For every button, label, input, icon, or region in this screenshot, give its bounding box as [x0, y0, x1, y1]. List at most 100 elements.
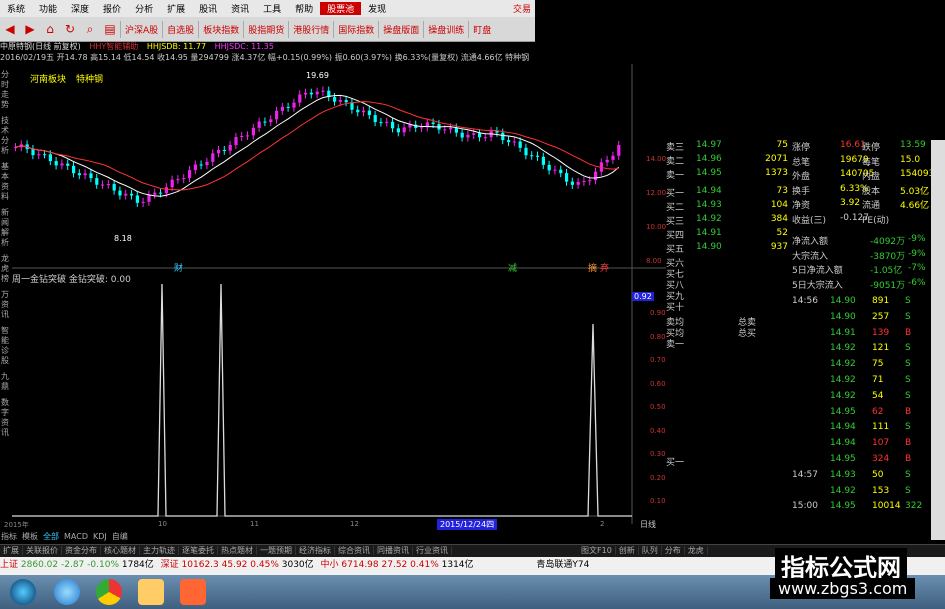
toolbar-button-0[interactable]: 沪深A股: [120, 20, 162, 38]
lower-tab-2[interactable]: 全部: [43, 532, 59, 541]
bid-row[interactable]: 买二 14.93 104: [666, 200, 792, 213]
marker-qi[interactable]: 弃: [600, 261, 609, 274]
stock-app-icon[interactable]: [180, 579, 206, 605]
toolbar-button-6[interactable]: 操盘版面: [378, 20, 423, 38]
sz-label: 深证: [160, 560, 179, 570]
bid-row[interactable]: 买五 14.90 937: [666, 242, 792, 255]
search-icon[interactable]: ⌕: [80, 22, 100, 37]
toolbar-button-3[interactable]: 股指期货: [243, 20, 288, 38]
ie-browser-icon[interactable]: [54, 579, 80, 605]
bottom-tab-1[interactable]: 关联报价: [23, 546, 62, 555]
toolbar-button-8[interactable]: 盯盘: [468, 20, 495, 38]
candle-body: [72, 165, 76, 174]
ask-row[interactable]: 卖一 14.95 1373: [666, 168, 792, 181]
candle-body: [205, 161, 209, 166]
ask-price: 14.96: [696, 154, 722, 164]
bottom-tab-0[interactable]: 扩展: [0, 546, 23, 555]
date-tick: 11: [250, 520, 259, 528]
bottom-tab-11[interactable]: 行业资讯: [413, 546, 452, 555]
flow-pct: -6%: [908, 277, 926, 288]
menu-item-11[interactable]: 发现: [361, 2, 393, 15]
menu-item-5[interactable]: 扩展: [160, 2, 192, 15]
bottom-tab-9[interactable]: 综合资讯: [335, 546, 374, 555]
bottom-tab-4[interactable]: 主力轨迹: [140, 546, 179, 555]
zx-label: 中小: [320, 560, 339, 570]
ask-volume: 1373: [765, 168, 788, 178]
menu-item-3[interactable]: 报价: [96, 2, 128, 15]
menu-item-4[interactable]: 分析: [128, 2, 160, 15]
toolbar-button-4[interactable]: 港股行情: [288, 20, 333, 38]
marker-zhai[interactable]: 摘: [588, 261, 597, 274]
flow-value: -9051万: [870, 280, 906, 291]
tick-s: 322: [905, 501, 923, 512]
candle-body: [228, 144, 232, 151]
bid-volume: 52: [776, 228, 788, 238]
menu-item-9[interactable]: 帮助: [288, 2, 320, 15]
chart-icon[interactable]: ▤: [100, 22, 120, 36]
indicator-tick: 0.90: [650, 309, 666, 317]
bottom-right-tab-3[interactable]: 分布: [661, 546, 685, 555]
tick-v: 111: [872, 422, 890, 433]
toolbar-button-1[interactable]: 自选股: [162, 20, 198, 38]
menu-item-8[interactable]: 工具: [256, 2, 288, 15]
toolbar-button-2[interactable]: 板块指数: [198, 20, 243, 38]
lower-tab-0[interactable]: 指标: [1, 532, 17, 541]
home-icon[interactable]: ⌂: [40, 22, 60, 36]
board-tag: 河南板块: [30, 75, 67, 85]
stat-k2: 流通: [862, 201, 881, 211]
toolbar: ◀ ▶ ⌂ ↻ ⌕ ▤ 沪深A股 自选股 板块指数 股指期货 港股行情 国际指数 操盘版面操…: [0, 17, 535, 42]
menu-item-10[interactable]: 股票池: [320, 2, 362, 15]
date-tick: 12: [350, 520, 359, 528]
menu-item-0[interactable]: 系统: [0, 2, 32, 15]
forward-icon[interactable]: ▶: [20, 22, 40, 36]
tick-v: 324: [872, 454, 890, 464]
bottom-tab-8[interactable]: 经济指标: [296, 546, 335, 555]
tick-s: S: [905, 359, 911, 370]
menu-item-1[interactable]: 功能: [32, 2, 64, 15]
period-label[interactable]: 日线: [640, 519, 656, 530]
bottom-tab-3[interactable]: 核心题材: [101, 546, 140, 555]
back-icon[interactable]: ◀: [0, 22, 20, 36]
lower-tab-1[interactable]: 模板: [22, 532, 38, 541]
bottom-tab-7[interactable]: 一题预期: [257, 546, 296, 555]
bid-row[interactable]: 买三 14.92 384: [666, 214, 792, 227]
bid-row[interactable]: 买四 14.91 52: [666, 228, 792, 241]
menu-item-7[interactable]: 资讯: [224, 2, 256, 15]
menu-item-6[interactable]: 股讯: [192, 2, 224, 15]
lower-tab-3[interactable]: MACD: [64, 532, 88, 541]
lower-tab-5[interactable]: 自编: [112, 532, 128, 541]
tick-v: 121: [872, 343, 890, 354]
candle-body: [559, 169, 563, 174]
kline-chart[interactable]: [0, 64, 666, 544]
bottom-tab-5[interactable]: 逐笔委托: [179, 546, 218, 555]
chrome-icon[interactable]: [96, 579, 122, 605]
marker-jian[interactable]: 减: [508, 261, 517, 274]
bottom-tab-6[interactable]: 热点题材: [218, 546, 257, 555]
trade-link[interactable]: 交易: [513, 2, 535, 15]
candle-body: [367, 110, 371, 116]
refresh-icon[interactable]: ↻: [60, 22, 80, 36]
menu-item-2[interactable]: 深度: [64, 2, 96, 15]
toolbar-button-5[interactable]: 国际指数: [333, 20, 378, 38]
stat-v2: 5.03亿: [900, 186, 930, 197]
folder-icon[interactable]: [138, 579, 164, 605]
ask-row[interactable]: 卖三 14.97 75: [666, 140, 792, 153]
stock-title: 中原特钢(日线 前复权): [0, 42, 81, 51]
bottom-right-tab-2[interactable]: 队列: [638, 546, 662, 555]
bottom-right-tab-0[interactable]: 图文F10: [578, 546, 616, 555]
bottom-right-tab-1[interactable]: 创新: [615, 546, 639, 555]
bottom-right-tab-4[interactable]: 龙虎: [684, 546, 708, 555]
ask-row[interactable]: 卖二 14.96 2071: [666, 154, 792, 167]
candle-body: [338, 100, 342, 102]
start-button-icon[interactable]: [10, 579, 36, 605]
stat-k2: 内盘: [862, 172, 881, 182]
bid-row[interactable]: 买一 14.94 73: [666, 186, 792, 199]
bottom-tab-2[interactable]: 资金分布: [62, 546, 101, 555]
bottom-tab-10[interactable]: 同播资讯: [374, 546, 413, 555]
candle-body: [251, 127, 255, 136]
tick-p: 14.90: [830, 296, 856, 306]
lower-tab-4[interactable]: KDJ: [93, 532, 107, 541]
toolbar-button-7[interactable]: 操盘训练: [423, 20, 468, 38]
marker-cai[interactable]: 财: [174, 261, 183, 274]
ask-volume: 75: [776, 140, 788, 150]
